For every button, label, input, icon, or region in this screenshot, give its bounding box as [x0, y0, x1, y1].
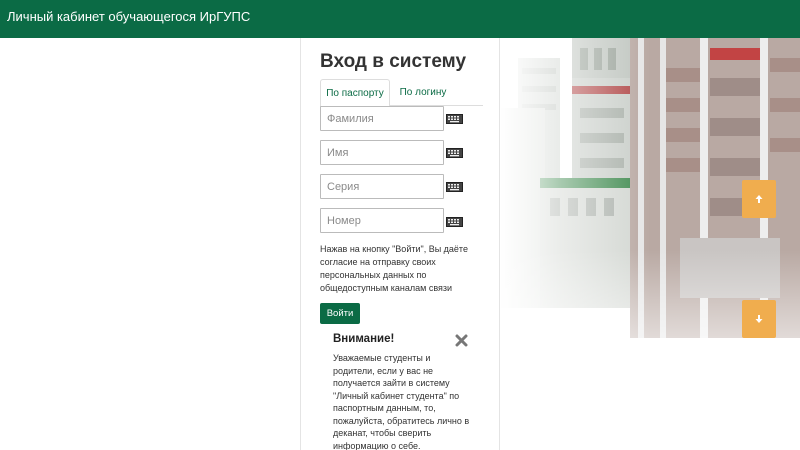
consent-text: Нажав на кнопку "Войти", Вы даёте соглас…	[320, 244, 468, 293]
alert-text: Уважаемые студенты и родители, если у ва…	[333, 353, 470, 450]
number-input[interactable]	[320, 208, 444, 233]
keyboard-icon[interactable]	[446, 182, 463, 192]
keyboard-icon[interactable]	[446, 148, 463, 158]
site-title[interactable]: Личный кабинет обучающегося ИрГУПС	[7, 9, 250, 24]
series-input[interactable]	[320, 174, 444, 199]
login-button[interactable]: Войти	[320, 303, 360, 324]
arrow-up-icon	[755, 195, 763, 203]
alert-title: Внимание!	[333, 333, 395, 345]
tab-login[interactable]: По логину	[394, 79, 452, 107]
background-building-image	[500, 38, 800, 450]
login-panel: Вход в систему По паспорту По логину Наж…	[300, 38, 500, 450]
name-input[interactable]	[320, 140, 444, 165]
scroll-up-button[interactable]	[742, 180, 776, 218]
login-tabs: По паспорту По логину	[320, 79, 483, 107]
surname-input[interactable]	[320, 106, 444, 131]
keyboard-icon[interactable]	[446, 217, 463, 227]
top-navbar: Личный кабинет обучающегося ИрГУПС	[0, 0, 800, 38]
scroll-down-button[interactable]	[742, 300, 776, 338]
close-icon[interactable]	[455, 334, 468, 347]
image-fade-bottom	[500, 250, 800, 450]
keyboard-icon[interactable]	[446, 114, 463, 124]
tab-passport[interactable]: По паспорту	[320, 79, 390, 107]
arrow-down-icon	[755, 315, 763, 323]
login-title: Вход в систему	[320, 51, 467, 72]
